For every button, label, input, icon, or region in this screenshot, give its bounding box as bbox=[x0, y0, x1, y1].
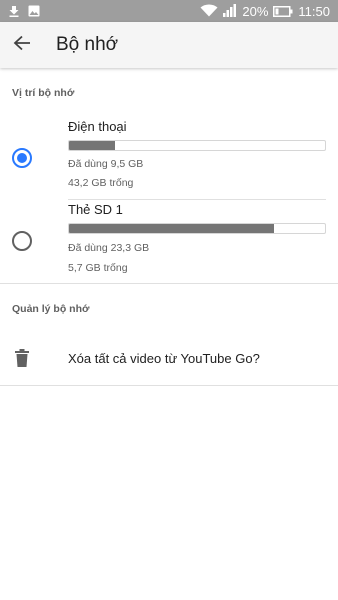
storage-used-text: Đã dùng 9,5 GB bbox=[68, 158, 144, 170]
app-bar: Bộ nhớ bbox=[0, 22, 338, 68]
storage-option-name: Điện thoại bbox=[68, 119, 127, 134]
clock: 11:50 bbox=[298, 3, 330, 19]
storage-usage-fill bbox=[69, 141, 116, 150]
back-button[interactable] bbox=[0, 22, 44, 68]
storage-usage-bar bbox=[68, 140, 326, 151]
battery-percent: 20% bbox=[242, 3, 269, 19]
arrow-back-icon bbox=[13, 35, 31, 55]
image-icon bbox=[28, 2, 40, 21]
delete-all-videos-label: Xóa tất cả video từ YouTube Go? bbox=[68, 351, 260, 366]
storage-usage-fill bbox=[69, 224, 274, 233]
storage-option-phone[interactable]: Điện thoại Đã dùng 9,5 GB 43,2 GB trống bbox=[0, 112, 338, 199]
delete-all-videos-row[interactable]: Xóa tất cả video từ YouTube Go? bbox=[0, 333, 338, 385]
download-icon bbox=[8, 2, 20, 21]
section-header-storage-management: Quản lý bộ nhớ bbox=[12, 303, 90, 315]
storage-free-text: 43,2 GB trống bbox=[68, 177, 134, 189]
signal-icon bbox=[223, 2, 237, 21]
divider bbox=[0, 283, 338, 284]
storage-usage-bar bbox=[68, 223, 326, 234]
radio-phone[interactable] bbox=[12, 148, 32, 168]
battery-icon bbox=[273, 2, 293, 21]
storage-used-text: Đã dùng 23,3 GB bbox=[68, 242, 150, 254]
divider bbox=[0, 385, 338, 386]
status-bar: 20% 11:50 bbox=[0, 0, 338, 22]
wifi-icon bbox=[200, 2, 218, 21]
storage-option-name: Thẻ SD 1 bbox=[68, 202, 123, 217]
storage-option-sd-card[interactable]: Thẻ SD 1 Đã dùng 23,3 GB 5,7 GB trống bbox=[0, 199, 338, 283]
section-header-storage-location: Vị trí bộ nhớ bbox=[12, 87, 75, 99]
radio-sd-card[interactable] bbox=[12, 231, 32, 251]
storage-free-text: 5,7 GB trống bbox=[68, 262, 128, 274]
page-title: Bộ nhớ bbox=[56, 34, 119, 55]
trash-icon bbox=[14, 349, 30, 371]
